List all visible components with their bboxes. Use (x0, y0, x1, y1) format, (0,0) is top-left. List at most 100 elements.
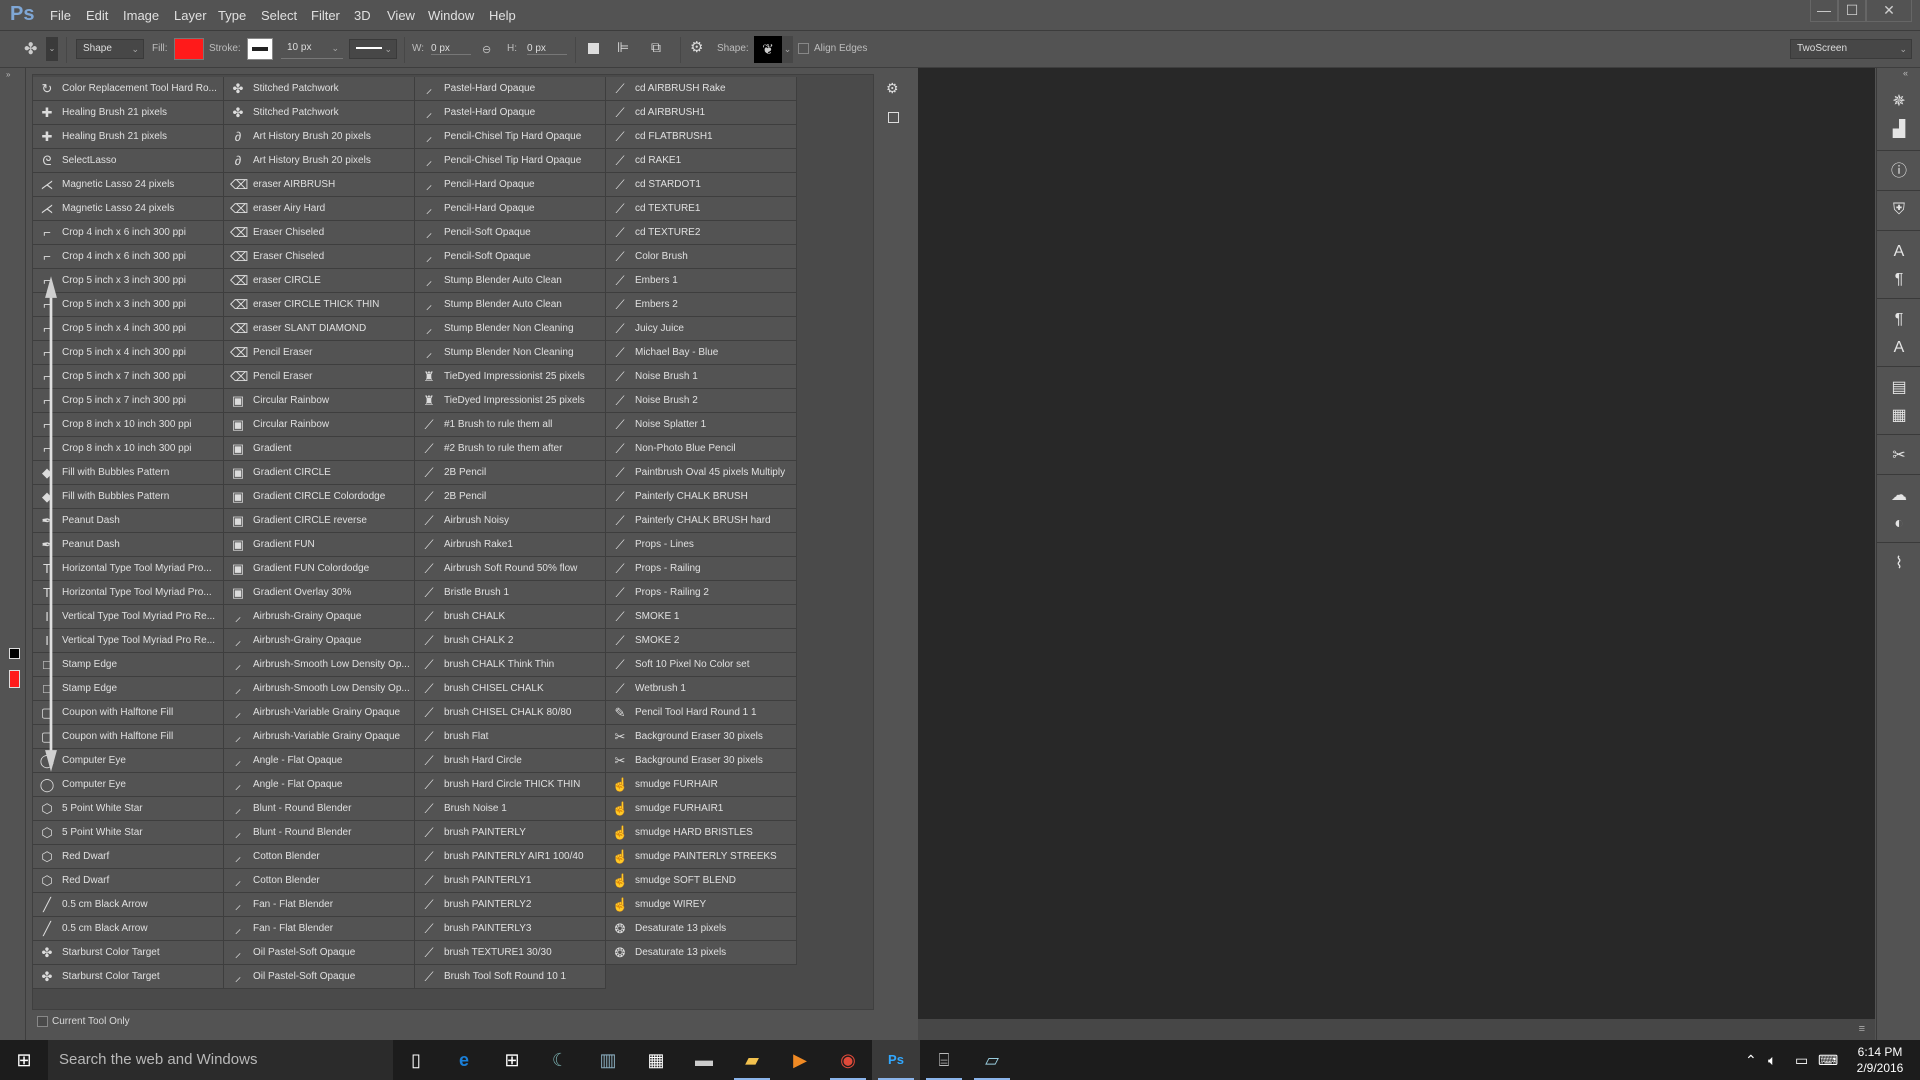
tool-preset-item[interactable]: ⬡ 5 Point White Star (33, 797, 224, 821)
tool-preset-item[interactable]: ✂ Background Eraser 30 pixels (606, 749, 797, 773)
tool-preset-item[interactable]: ⸝ Airbrush-Smooth Low Density Op... (224, 677, 415, 701)
tool-preset-item[interactable]: ⸝ Pencil-Hard Opaque (415, 197, 606, 221)
menu-help[interactable]: Help (489, 8, 516, 23)
current-tool-only-option[interactable]: Current Tool Only (37, 1016, 130, 1027)
chrome-icon[interactable]: ◉ (824, 1040, 872, 1080)
tool-preset-item[interactable]: ⸝ Pencil-Hard Opaque (415, 173, 606, 197)
tool-preset-item[interactable]: ⸝ Airbrush-Variable Grainy Opaque (224, 725, 415, 749)
navigator-icon[interactable]: ✵ (1885, 90, 1913, 114)
menu-window[interactable]: Window (428, 8, 474, 23)
tool-presets-list[interactable]: ↻ Color Replacement Tool Hard Ro... ✚ Heali… (32, 74, 874, 1027)
tool-preset-item[interactable]: T Horizontal Type Tool Myriad Pro... (33, 557, 224, 581)
tool-preset-item[interactable]: ✚ Healing Brush 21 pixels (33, 101, 224, 125)
path-alignment-icon[interactable]: ⊫ (617, 39, 629, 56)
tool-preset-item[interactable]: ⟋ Soft 10 Pixel No Color set (606, 653, 797, 677)
tool-preset-item[interactable]: ☝ smudge SOFT BLEND (606, 869, 797, 893)
tool-preset-item[interactable]: ⌐ Crop 5 inch x 3 inch 300 ppi (33, 293, 224, 317)
tool-preset-item[interactable]: ⸝ Pencil-Soft Opaque (415, 221, 606, 245)
tool-preset-item[interactable]: ⸝ Cotton Blender (224, 845, 415, 869)
taskbar-search[interactable]: Search the web and Windows (48, 1040, 393, 1080)
tool-preset-item[interactable]: ⌐ Crop 4 inch x 6 inch 300 ppi (33, 245, 224, 269)
tool-preset-item[interactable]: ╱ 0.5 cm Black Arrow (33, 917, 224, 941)
menu-view[interactable]: View (387, 8, 415, 23)
menu-type[interactable]: Type (218, 8, 246, 23)
tool-preset-item[interactable]: ∂ Art History Brush 20 pixels (224, 125, 415, 149)
notes-icon[interactable]: ▦ (1885, 404, 1913, 428)
close-button[interactable]: ✕ (1866, 0, 1912, 22)
tool-preset-item[interactable]: ⟋ #1 Brush to rule them all (415, 413, 606, 437)
stroke-color-swatch[interactable] (247, 38, 273, 60)
stroke-width-field[interactable]: 10 px ⌄ (281, 39, 343, 59)
tool-preset-item[interactable]: ⸝ Oil Pastel-Soft Opaque (224, 941, 415, 965)
tool-preset-item[interactable]: ▢ Coupon with Halftone Fill (33, 701, 224, 725)
tool-preset-item[interactable]: ⟋ Painterly CHALK BRUSH hard (606, 509, 797, 533)
chevron-down-icon[interactable]: ⌄ (782, 36, 793, 63)
tool-preset-item[interactable]: ⸝ Stump Blender Non Cleaning (415, 341, 606, 365)
tool-preset-item[interactable]: ⟋ Airbrush Soft Round 50% flow (415, 557, 606, 581)
tool-preset-item[interactable]: ⟋ cd TEXTURE1 (606, 197, 797, 221)
menu-layer[interactable]: Layer (174, 8, 207, 23)
volume-icon[interactable]: 🔈︎ (1768, 1040, 1776, 1080)
adjustments-icon[interactable]: ◐ (1885, 512, 1913, 536)
tool-preset-item[interactable]: ⋌ Magnetic Lasso 24 pixels (33, 197, 224, 221)
tool-preset-item[interactable]: ⸝ Pencil-Chisel Tip Hard Opaque (415, 149, 606, 173)
tool-preset-item[interactable]: ♜ TieDyed Impressionist 25 pixels (415, 365, 606, 389)
tool-preset-item[interactable]: ↻ Color Replacement Tool Hard Ro... (33, 77, 224, 101)
creative-cloud-icon[interactable]: ☁ (1885, 484, 1913, 508)
tool-preset-item[interactable]: ⟋ cd AIRBRUSH Rake (606, 77, 797, 101)
background-color-swatch[interactable] (9, 670, 20, 688)
tool-preset-item[interactable]: ⸝ Stump Blender Non Cleaning (415, 317, 606, 341)
photoshop-taskbar-icon[interactable]: Ps (872, 1040, 920, 1080)
show-hidden-icons-icon[interactable]: ⌃ (1745, 1040, 1757, 1080)
status-menu-icon[interactable]: ≡ (1859, 1023, 1865, 1035)
paragraph-styles-icon[interactable]: ¶ (1885, 308, 1913, 332)
command-prompt-icon[interactable]: ▬ (680, 1040, 728, 1080)
tool-preset-item[interactable]: ⌐ Crop 8 inch x 10 inch 300 ppi (33, 437, 224, 461)
tool-preset-item[interactable]: ⟋ #2 Brush to rule them after (415, 437, 606, 461)
tool-preset-item[interactable]: ⟋ Michael Bay - Blue (606, 341, 797, 365)
tool-preset-item[interactable]: ❂ Desaturate 13 pixels (606, 941, 797, 965)
calculator-icon[interactable]: ▦ (632, 1040, 680, 1080)
tool-preset-item[interactable]: ⟋ Color Brush (606, 245, 797, 269)
tool-preset-item[interactable]: ◆ Fill with Bubbles Pattern (33, 485, 224, 509)
tool-preset-item[interactable]: ⸝ Blunt - Round Blender (224, 821, 415, 845)
tool-preset-item[interactable]: ⟋ Airbrush Noisy (415, 509, 606, 533)
menu-file[interactable]: File (50, 8, 71, 23)
tool-preset-item[interactable]: ✤ Stitched Patchwork (224, 101, 415, 125)
character-icon[interactable]: A (1885, 240, 1913, 264)
tool-preset-item[interactable]: ☝ smudge FURHAIR (606, 773, 797, 797)
tool-preset-item[interactable]: ☝ smudge WIREY (606, 893, 797, 917)
tool-preset-item[interactable]: ✤ Stitched Patchwork (224, 77, 415, 101)
tool-preset-item[interactable]: ▣ Gradient CIRCLE reverse (224, 509, 415, 533)
tool-preset-item[interactable]: ⟋ Airbrush Rake1 (415, 533, 606, 557)
tool-preset-item[interactable]: ⟋ Juicy Juice (606, 317, 797, 341)
tool-preset-item[interactable]: ⌫ eraser AIRBRUSH (224, 173, 415, 197)
tool-preset-item[interactable]: ⬡ Red Dwarf (33, 845, 224, 869)
tool-preset-item[interactable]: ⸝ Airbrush-Grainy Opaque (224, 605, 415, 629)
tool-preset-item[interactable]: ⟋ SMOKE 2 (606, 629, 797, 653)
tool-preset-item[interactable]: ✤ Starburst Color Target (33, 965, 224, 989)
tool-preset-item[interactable]: ⸝ Angle - Flat Opaque (224, 773, 415, 797)
tool-preset-item[interactable]: ⸝ Pencil-Chisel Tip Hard Opaque (415, 125, 606, 149)
document-canvas-area[interactable] (918, 68, 1875, 1019)
tool-preset-item[interactable]: ⟋ Wetbrush 1 (606, 677, 797, 701)
tool-preset-item[interactable]: ⟋ Brush Tool Soft Round 10 1 (415, 965, 606, 989)
path-arrangement-icon[interactable]: ⧉ (651, 39, 661, 56)
menu-select[interactable]: Select (261, 8, 297, 23)
tool-preset-item[interactable]: T Horizontal Type Tool Myriad Pro... (33, 581, 224, 605)
tool-preset-item[interactable]: ✎ Pencil Tool Hard Round 1 1 (606, 701, 797, 725)
tool-preset-item[interactable]: ⟋ cd TEXTURE2 (606, 221, 797, 245)
foreground-color-swatch[interactable] (9, 648, 20, 659)
tool-preset-item[interactable]: ⟋ SMOKE 1 (606, 605, 797, 629)
tool-preset-item[interactable]: ⋌ Magnetic Lasso 24 pixels (33, 173, 224, 197)
character-styles-icon[interactable]: A (1885, 336, 1913, 360)
tool-preset-item[interactable]: ✤ Starburst Color Target (33, 941, 224, 965)
gear-icon[interactable]: ⚙ (690, 38, 703, 56)
panel-menu-gear-icon[interactable]: ⚙ (886, 80, 899, 97)
menu-edit[interactable]: Edit (86, 8, 108, 23)
workspace-select[interactable]: TwoScreen ⌄ (1790, 39, 1912, 59)
expand-panel-icon[interactable]: » (6, 70, 10, 79)
tool-preset-item[interactable]: ♜ TieDyed Impressionist 25 pixels (415, 389, 606, 413)
tool-presets-icon[interactable]: ⛨ (1885, 198, 1913, 222)
tool-preset-item[interactable]: ⟋ brush PAINTERLY (415, 821, 606, 845)
